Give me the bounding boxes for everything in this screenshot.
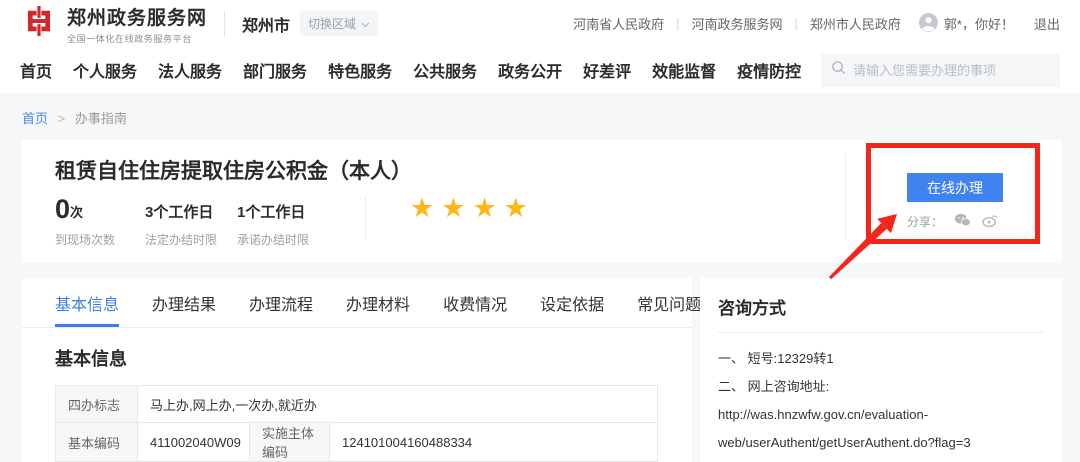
table-row: 基本编码 411002040W09 实施主体编码 124101004160488…: [56, 423, 658, 462]
section-heading-basic-info: 基本信息: [55, 345, 692, 371]
breadcrumb-separator: >: [58, 111, 66, 126]
link-zhengzhou-gov[interactable]: 郑州市人民政府: [810, 14, 901, 33]
stat-legal-limit-value: 3个工作日: [145, 201, 213, 222]
nav-item-supervision[interactable]: 效能监督: [652, 58, 716, 82]
search-box[interactable]: [821, 54, 1060, 87]
consult-heading: 咨询方式: [700, 278, 1062, 332]
gov-emblem-icon: [20, 2, 58, 45]
stat-promise-limit-label: 承诺办结时限: [237, 231, 347, 248]
current-city: 郑州市: [242, 12, 290, 36]
main-nav: 首页 个人服务 法人服务 部门服务 特色服务 公共服务 政务公开 好差评 效能监…: [0, 47, 1080, 93]
stat-visits: 0次 到现场次数: [55, 197, 145, 248]
rating-stars: ★★★★: [410, 193, 535, 224]
table-row: 四办标志 马上办,网上办,一次办,就近办: [56, 386, 658, 423]
nav-item-public[interactable]: 公共服务: [413, 58, 477, 82]
stats-divider: [365, 196, 366, 240]
nav-item-openness[interactable]: 政务公开: [498, 58, 562, 82]
cell-basic-code-value: 411002040W09: [138, 423, 250, 462]
search-icon: [831, 60, 846, 80]
stat-promise-limit-value: 1个工作日: [237, 201, 305, 222]
site-title: 郑州政务服务网: [67, 3, 207, 30]
consult-card: 咨询方式 一、 短号:12329转1 二、 网上咨询地址: http://was…: [700, 278, 1062, 462]
basic-info-table: 四办标志 马上办,网上办,一次办,就近办 基本编码 411002040W09 实…: [55, 385, 658, 462]
nav-item-home[interactable]: 首页: [20, 58, 52, 82]
nav-item-epidemic[interactable]: 疫情防控: [737, 58, 801, 82]
consult-url-part2[interactable]: web/userAuthent/getUserAuthent.do?flag=3: [718, 429, 1044, 457]
nav-item-legal[interactable]: 法人服务: [158, 58, 222, 82]
cell-basic-code-label: 基本编码: [56, 423, 138, 462]
link-separator: |: [676, 16, 679, 31]
search-input[interactable]: [853, 63, 1050, 78]
star-icon: ★: [410, 193, 441, 223]
tab-fees[interactable]: 收费情况: [443, 278, 507, 327]
cell-entity-code-value: 124101004160488334: [330, 423, 658, 462]
tab-legal-basis[interactable]: 设定依据: [540, 278, 604, 327]
consult-url-label: 二、 网上咨询地址:: [718, 373, 1044, 401]
tab-materials[interactable]: 办理材料: [346, 278, 410, 327]
cell-entity-code-label: 实施主体编码: [250, 423, 330, 462]
chevron-down-icon: [361, 17, 370, 31]
link-henan-service[interactable]: 河南政务服务网: [692, 14, 783, 33]
service-title: 租赁自住住房提取住房公积金（本人）: [55, 155, 412, 185]
nav-item-featured[interactable]: 特色服务: [328, 58, 392, 82]
card-divider: [845, 154, 846, 240]
page-body: 首页 > 办事指南 租赁自住住房提取住房公积金（本人） 0次 到现场次数 3个工…: [0, 93, 1080, 462]
star-icon: ★: [441, 193, 472, 223]
top-bar: 郑州政务服务网 全国一体化在线政务服务平台 郑州市 切换区域 河南省人民政府 |…: [0, 0, 1080, 47]
weibo-share-icon[interactable]: [982, 213, 998, 230]
breadcrumb-current: 办事指南: [75, 111, 127, 126]
detail-card: 基本信息 办理结果 办理流程 办理材料 收费情况 设定依据 常见问题 基本信息 …: [22, 278, 692, 462]
tab-result[interactable]: 办理结果: [152, 278, 216, 327]
breadcrumb: 首页 > 办事指南: [0, 93, 1080, 127]
detail-tabs: 基本信息 办理结果 办理流程 办理材料 收费情况 设定依据 常见问题: [22, 278, 692, 328]
region-switcher-label: 切换区域: [308, 15, 356, 32]
consult-phone: 一、 短号:12329转1: [718, 345, 1044, 373]
logout-button[interactable]: 退出: [1034, 14, 1060, 33]
share-label: 分享：: [907, 213, 943, 230]
link-separator: |: [795, 16, 798, 31]
online-handle-button[interactable]: 在线办理: [907, 173, 1003, 202]
cell-four-modes-label: 四办标志: [56, 386, 138, 423]
service-stats: 0次 到现场次数 3个工作日 法定办结时限 1个工作日 承诺办结时限: [55, 197, 347, 248]
region-switcher[interactable]: 切换区域: [300, 11, 378, 36]
link-henan-gov[interactable]: 河南省人民政府: [573, 14, 664, 33]
stat-promise-limit: 1个工作日 承诺办结时限: [237, 197, 347, 248]
nav-item-department[interactable]: 部门服务: [243, 58, 307, 82]
stat-legal-limit-label: 法定办结时限: [145, 231, 237, 248]
breadcrumb-home[interactable]: 首页: [22, 111, 48, 126]
cell-four-modes-value: 马上办,网上办,一次办,就近办: [138, 386, 658, 423]
share-row: 分享：: [907, 213, 998, 230]
tab-basic-info[interactable]: 基本信息: [55, 278, 119, 327]
nav-item-review[interactable]: 好差评: [583, 58, 631, 82]
stat-legal-limit: 3个工作日 法定办结时限: [145, 197, 237, 248]
header-divider: [224, 11, 225, 37]
consult-url-part1[interactable]: http://was.hnzwfw.gov.cn/evaluation-: [718, 401, 1044, 429]
top-links: 河南省人民政府 | 河南政务服务网 | 郑州市人民政府 郭*，你好！ 退出: [573, 13, 1060, 35]
star-icon: ★: [472, 193, 503, 223]
stat-visits-unit: 次: [70, 202, 83, 222]
stat-visits-value: 0: [55, 197, 70, 222]
nav-item-personal[interactable]: 个人服务: [73, 58, 137, 82]
site-subtitle: 全国一体化在线政务服务平台: [67, 32, 207, 45]
user-greeting: 郭*，你好！: [944, 14, 1014, 33]
site-logo[interactable]: 郑州政务服务网 全国一体化在线政务服务平台: [20, 2, 207, 45]
avatar: [919, 13, 938, 35]
wechat-share-icon[interactable]: [954, 213, 971, 230]
tab-faq[interactable]: 常见问题: [637, 278, 701, 327]
star-icon: ★: [504, 193, 535, 223]
stat-visits-label: 到现场次数: [55, 231, 145, 248]
service-title-card: 租赁自住住房提取住房公积金（本人） 0次 到现场次数 3个工作日 法定办结时限 …: [22, 140, 1062, 263]
tab-process[interactable]: 办理流程: [249, 278, 313, 327]
